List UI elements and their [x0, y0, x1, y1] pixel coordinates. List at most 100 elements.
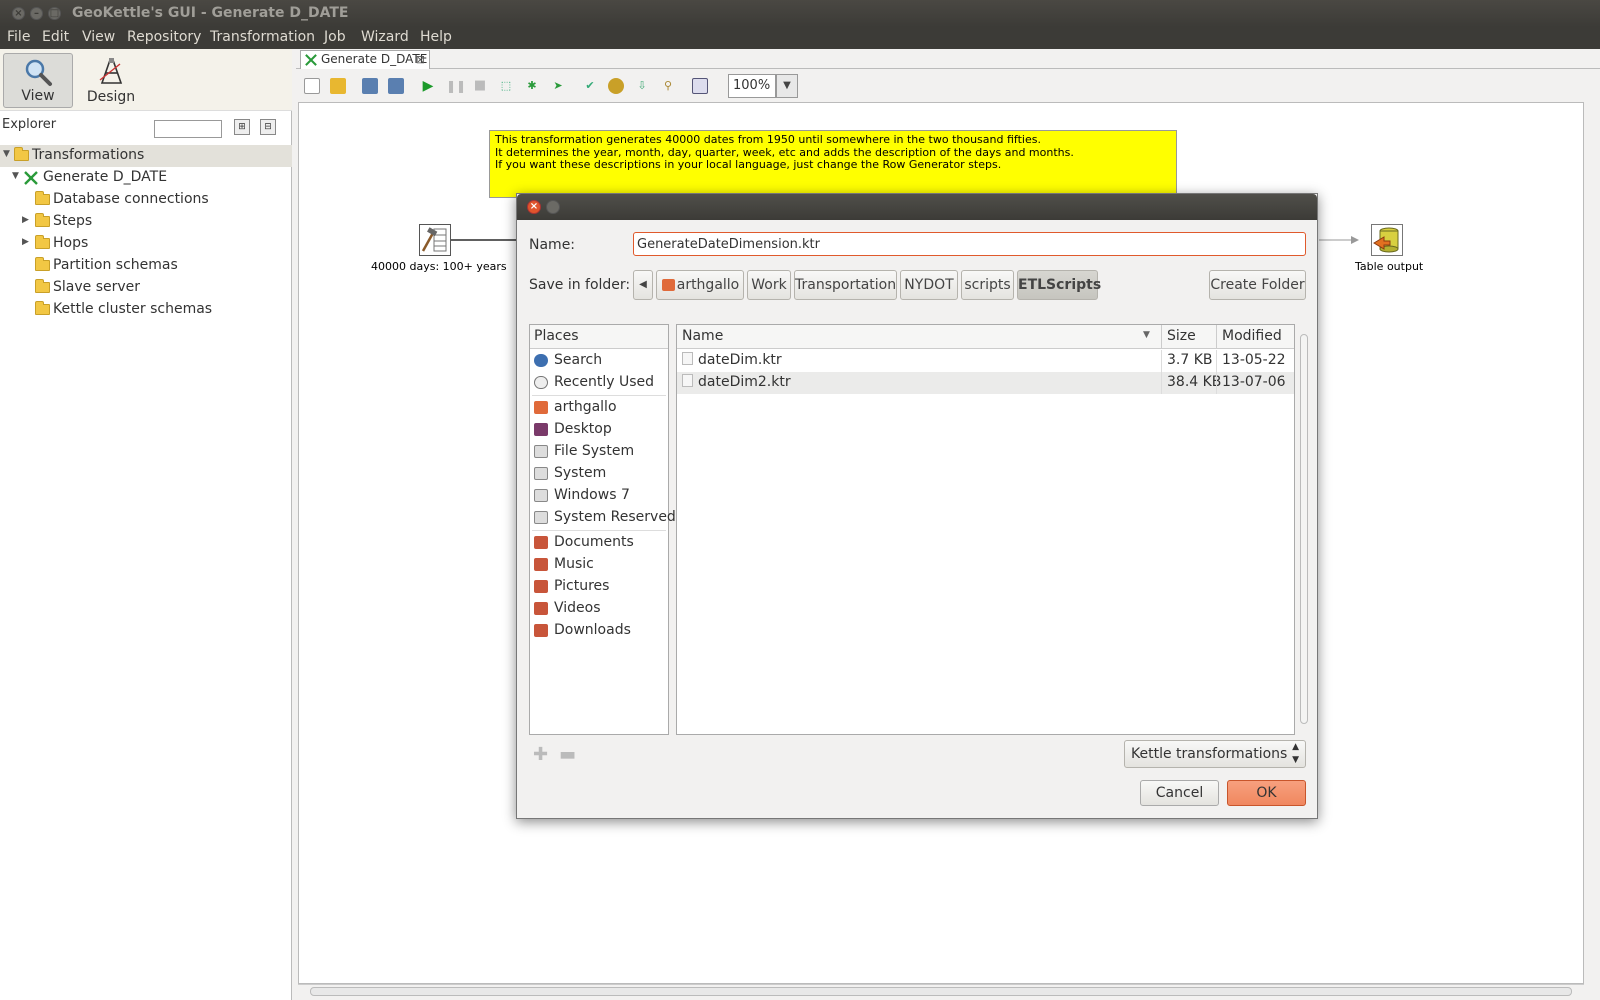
tree-item-database-connections[interactable]: Database connections: [0, 189, 292, 211]
tab-generate-d-date[interactable]: Generate D_DATE ⊠: [300, 50, 430, 69]
expanded-arrow-icon[interactable]: ▼: [12, 171, 19, 181]
downloads-folder-icon: [534, 624, 548, 637]
menu-wizard[interactable]: Wizard: [361, 29, 409, 45]
breadcrumb-arthgallo[interactable]: arthgallo: [656, 270, 744, 300]
menu-repository[interactable]: Repository: [127, 29, 201, 45]
folder-icon: [35, 235, 50, 249]
collapsed-arrow-icon[interactable]: ▶: [22, 215, 29, 225]
design-perspective-button[interactable]: Design: [76, 53, 146, 108]
breadcrumb-back-arrow-icon[interactable]: ◀: [633, 270, 653, 300]
expand-all-icon[interactable]: ⊞: [234, 119, 250, 135]
dialog-maximize-icon[interactable]: [546, 200, 560, 214]
tree-item-hops[interactable]: ▶ Hops: [0, 233, 292, 255]
menu-job[interactable]: Job: [324, 29, 346, 45]
dialog-close-icon[interactable]: ×: [527, 200, 541, 214]
file-size: 38.4 KB: [1167, 374, 1222, 390]
tree-item-partition-schemas[interactable]: Partition schemas: [0, 255, 292, 277]
file-type-filter-select[interactable]: Kettle transformations ▲ ▼: [1124, 740, 1306, 768]
tree-item-label: Partition schemas: [53, 257, 178, 273]
collapse-all-icon[interactable]: ⊟: [260, 119, 276, 135]
sql-icon[interactable]: ⇩: [634, 78, 650, 94]
breadcrumb-work[interactable]: Work: [747, 270, 791, 300]
ok-button[interactable]: OK: [1227, 780, 1306, 806]
run-icon[interactable]: ▶: [420, 78, 436, 94]
zoom-input[interactable]: 100%: [728, 74, 776, 98]
open-folder-icon[interactable]: [330, 78, 346, 94]
hop-arrow[interactable]: [1319, 235, 1359, 245]
breadcrumb-nydot[interactable]: NYDOT: [900, 270, 958, 300]
window-minimize-icon[interactable]: –: [30, 7, 43, 20]
view-perspective-button[interactable]: View: [3, 53, 73, 108]
collapsed-arrow-icon[interactable]: ▶: [22, 237, 29, 247]
canvas-horizontal-scrollbar[interactable]: [298, 984, 1584, 998]
canvas-note[interactable]: This transformation generates 40000 date…: [489, 130, 1177, 198]
pause-icon[interactable]: ❚❚: [446, 78, 466, 94]
tab-close-icon[interactable]: ⊠: [416, 51, 425, 68]
design-perspective-label: Design: [86, 89, 136, 105]
explorer-header: Explorer ⊞ ⊟: [0, 115, 292, 141]
row-generator-label: 40000 days: 100+ years: [371, 260, 507, 273]
view-perspective-label: View: [21, 88, 55, 104]
add-place-icon[interactable]: ✚: [533, 744, 548, 765]
menu-edit[interactable]: Edit: [42, 29, 69, 45]
breadcrumb-etlscripts[interactable]: ETLScripts: [1017, 270, 1101, 300]
dialog-titlebar: ×: [517, 194, 1317, 220]
zoom-dropdown-icon[interactable]: ▼: [776, 74, 798, 98]
menu-file[interactable]: File: [7, 29, 30, 45]
window-maximize-icon[interactable]: □: [48, 7, 61, 20]
file-row[interactable]: dateDim2.ktr 38.4 KB 13-07-06: [677, 372, 1294, 394]
breadcrumb-transportation[interactable]: Transportation: [794, 270, 897, 300]
design-tools-icon: [99, 58, 123, 84]
scrollbar-track[interactable]: [1300, 334, 1308, 724]
window-close-icon[interactable]: ×: [12, 7, 25, 20]
canvas-vertical-scrollbar[interactable]: [1586, 102, 1600, 982]
save-icon[interactable]: [362, 78, 378, 94]
verify-icon[interactable]: ✔: [582, 78, 598, 94]
file-row[interactable]: dateDim.ktr 3.7 KB 13-05-22: [677, 350, 1294, 372]
scrollbar-thumb[interactable]: [310, 987, 1572, 996]
menu-transformation[interactable]: Transformation: [210, 29, 315, 45]
tree-item-transformations[interactable]: ▼ Transformations: [0, 145, 292, 167]
preview-icon[interactable]: ⬚: [498, 78, 514, 94]
show-results-icon[interactable]: [692, 78, 708, 94]
place-label: Search: [554, 352, 603, 368]
explore-db-icon[interactable]: ⚲: [660, 78, 676, 94]
hop-line[interactable]: [451, 238, 521, 242]
folder-icon: [35, 257, 50, 271]
tree-item-generate-d-date[interactable]: ▼ Generate D_DATE: [0, 167, 292, 189]
breadcrumb-label: arthgallo: [676, 277, 740, 293]
transformation-icon: [24, 171, 38, 185]
places-divider: [532, 395, 666, 396]
save-as-icon[interactable]: [388, 78, 404, 94]
column-header-size[interactable]: Size: [1167, 328, 1196, 344]
new-file-icon[interactable]: [304, 78, 320, 94]
impact-icon[interactable]: [608, 78, 624, 94]
expanded-arrow-icon[interactable]: ▼: [3, 149, 10, 159]
sort-descending-icon[interactable]: ▼: [1143, 330, 1150, 340]
column-header-modified[interactable]: Modified: [1222, 328, 1282, 344]
column-header-name[interactable]: Name: [682, 328, 723, 344]
file-name-input[interactable]: [633, 232, 1306, 256]
row-generator-step[interactable]: [419, 224, 451, 256]
replay-icon[interactable]: ➤: [550, 78, 566, 94]
window-titlebar: × – □ GeoKettle's GUI - Generate D_DATE: [0, 0, 1600, 27]
menu-view[interactable]: View: [82, 29, 115, 45]
home-folder-icon: [662, 279, 675, 291]
tree-item-steps[interactable]: ▶ Steps: [0, 211, 292, 233]
file-list-scrollbar[interactable]: [1298, 324, 1310, 735]
menu-bar: File Edit View Repository Transformation…: [0, 27, 1600, 49]
table-output-step[interactable]: [1371, 224, 1403, 256]
menu-help[interactable]: Help: [420, 29, 452, 45]
tree-item-slave-server[interactable]: Slave server: [0, 277, 292, 299]
stop-icon[interactable]: ■: [472, 78, 488, 94]
tree-item-label: Steps: [53, 213, 93, 229]
debug-icon[interactable]: ✱: [524, 78, 540, 94]
create-folder-button[interactable]: Create Folder: [1209, 270, 1306, 300]
explorer-search-input[interactable]: [154, 120, 222, 138]
place-label: System Reserved: [554, 509, 676, 525]
cancel-button[interactable]: Cancel: [1140, 780, 1219, 806]
places-header: Places: [530, 325, 668, 349]
breadcrumb-scripts[interactable]: scripts: [961, 270, 1014, 300]
remove-place-icon[interactable]: ▬: [559, 744, 576, 765]
tree-item-kettle-cluster-schemas[interactable]: Kettle cluster schemas: [0, 299, 292, 321]
